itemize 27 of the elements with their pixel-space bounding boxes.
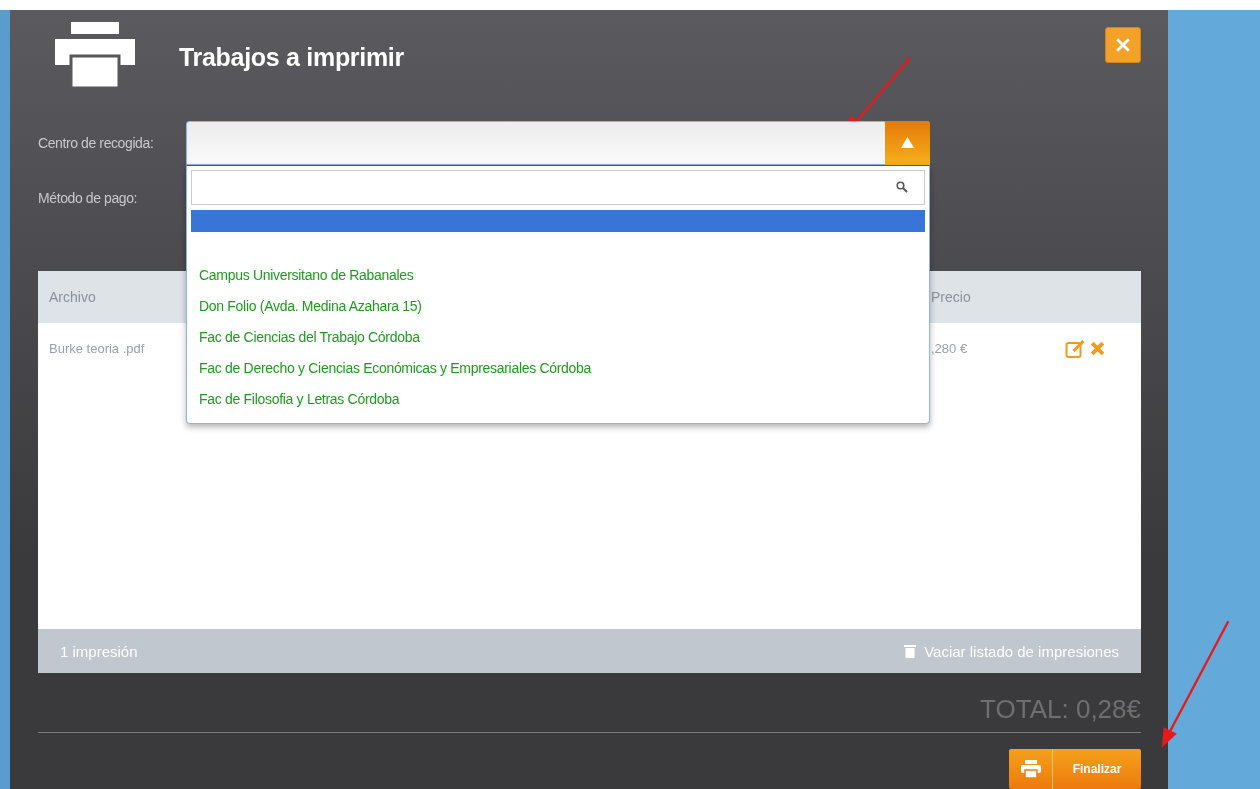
close-button[interactable] <box>1105 27 1141 63</box>
print-count: 1 impresión <box>60 642 138 660</box>
caret-button[interactable] <box>885 120 930 165</box>
field-label: Método de pago: <box>38 188 139 208</box>
column-header: Archivo <box>49 288 97 305</box>
dropdown-option[interactable]: Fac de Ciencias del Trabajo Córdoba <box>191 321 925 353</box>
trash-icon <box>904 644 917 658</box>
finish-button[interactable]: Finalizar <box>1009 749 1141 789</box>
field-label: Centro de recogida: <box>38 133 155 153</box>
caret-icon <box>901 137 914 149</box>
blank-option[interactable] <box>191 209 925 232</box>
table-cell-text: ,280 € <box>931 341 969 357</box>
table-cell-text: Burke teoria .pdf <box>49 341 146 357</box>
printer-icon <box>55 21 135 88</box>
column-header: Precio <box>931 288 972 305</box>
select-field[interactable] <box>186 120 930 165</box>
close-icon <box>1116 38 1130 52</box>
search-field[interactable] <box>191 169 925 205</box>
dialog-title: Trabajos a imprimir <box>179 42 404 72</box>
edit-icon[interactable] <box>1065 339 1086 358</box>
printer-icon <box>1020 760 1041 778</box>
dropdown-option[interactable]: Campus Universitano de Rabanales <box>191 259 925 291</box>
dropdown-option[interactable]: Fac de Filosofia y Letras Córdoba <box>191 383 925 415</box>
delete-icon[interactable] <box>1090 341 1105 357</box>
dropdown-option[interactable]: Don Folio (Avda. Medina Azahara 15) <box>191 290 925 322</box>
search-icon <box>896 180 908 193</box>
dropdown-option[interactable]: Fac de Derecho y Ciencias Económicas y Empresariales Córdoba <box>191 352 925 384</box>
